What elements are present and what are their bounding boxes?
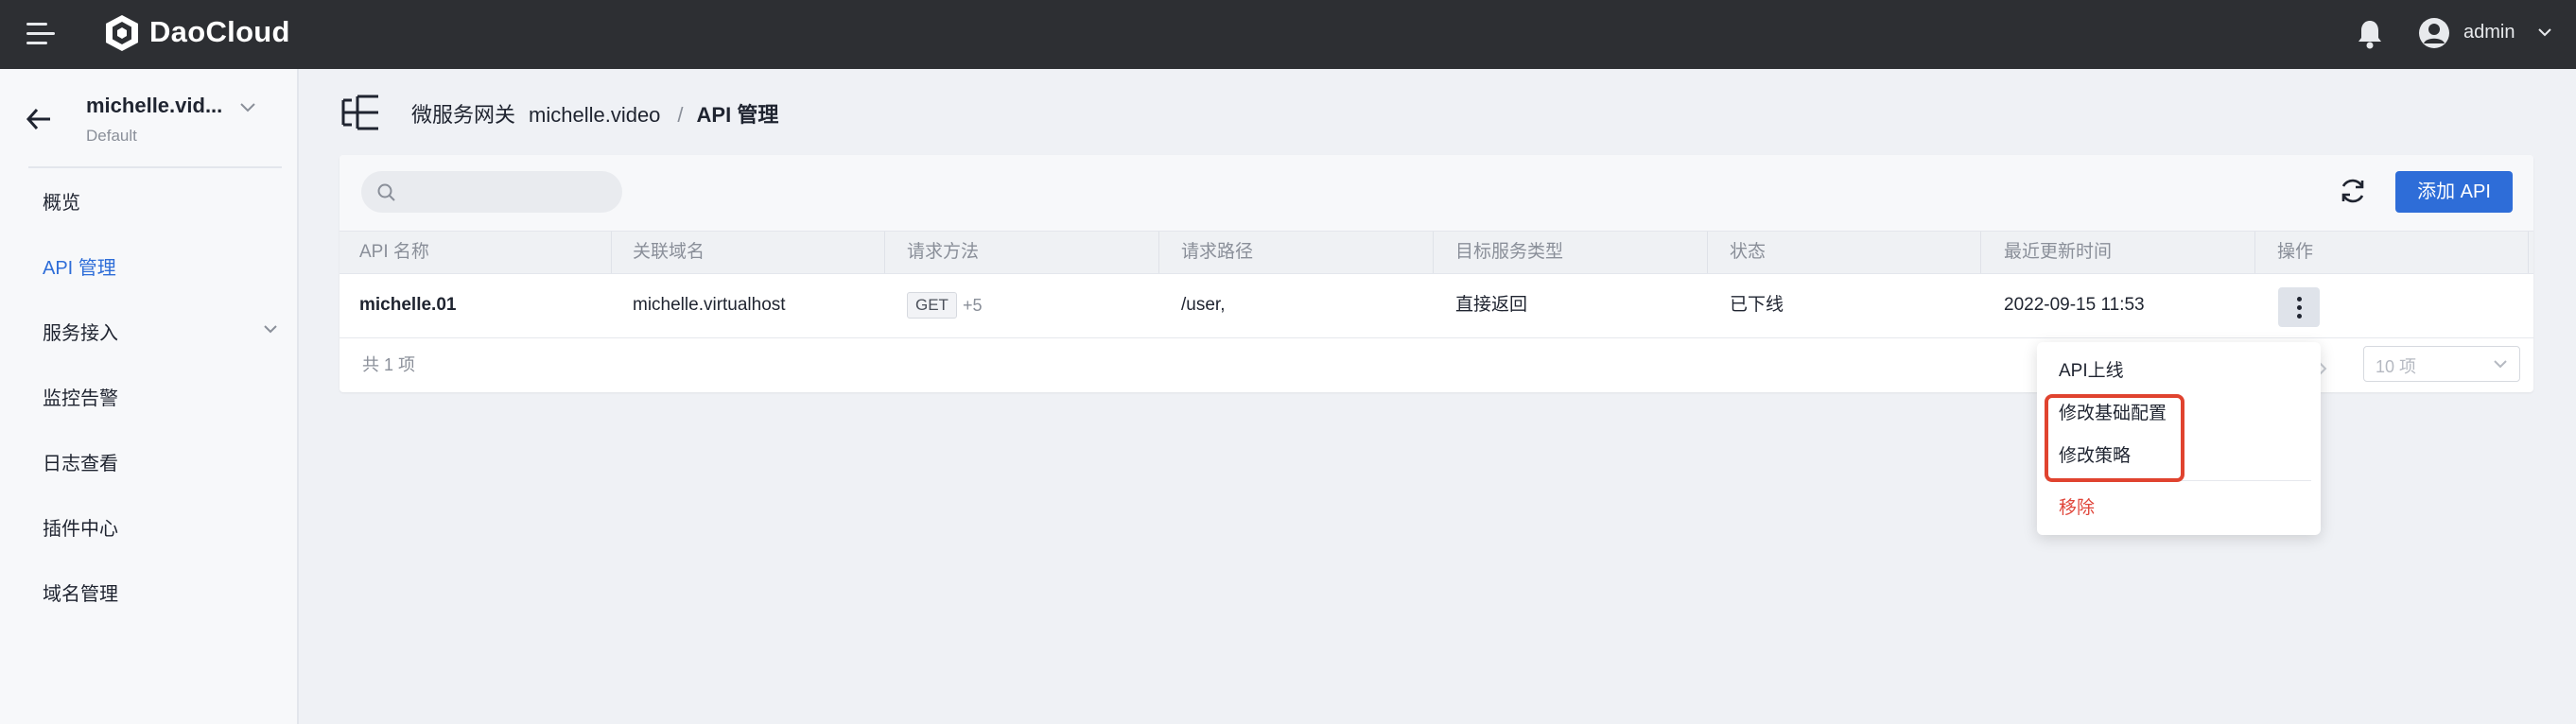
sidebar-item-domains[interactable]: 域名管理 <box>43 578 118 606</box>
menu-item-remove[interactable]: 移除 <box>2059 493 2095 519</box>
menu-item-publish[interactable]: API上线 <box>2059 356 2124 382</box>
search-input[interactable] <box>361 171 622 213</box>
workspace-name[interactable]: michelle.vid... <box>86 94 222 118</box>
chevron-down-icon[interactable] <box>239 101 256 112</box>
chevron-down-icon[interactable] <box>2537 26 2552 38</box>
total-count: 共 1 项 <box>362 355 416 374</box>
sidebar-item-service-access[interactable]: 服务接入 <box>43 318 118 345</box>
api-domain: michelle.virtualhost <box>633 295 786 315</box>
table-row[interactable]: michelle.01 michelle.virtualhost GET +5 /… <box>339 273 2533 338</box>
breadcrumb-separator: / <box>677 103 684 127</box>
user-avatar-icon[interactable] <box>2418 17 2450 49</box>
add-api-button[interactable]: 添加 API <box>2395 171 2513 213</box>
column-header-target-type[interactable]: 目标服务类型 <box>1455 232 1563 273</box>
breadcrumb-current: API 管理 <box>696 103 779 127</box>
column-header-actions: 操作 <box>2277 242 2314 262</box>
workspace-subtitle: Default <box>86 127 137 145</box>
search-icon <box>377 183 395 201</box>
menu-icon[interactable] <box>26 23 55 45</box>
column-header-domain[interactable]: 关联域名 <box>633 232 705 273</box>
refresh-icon[interactable] <box>2338 176 2368 206</box>
column-header-name[interactable]: API 名称 <box>359 232 429 273</box>
chevron-down-icon <box>2494 360 2507 369</box>
username[interactable]: admin <box>2463 22 2515 43</box>
sidebar-item-overview[interactable]: 概览 <box>43 187 80 215</box>
api-target-type: 直接返回 <box>1455 295 1528 315</box>
api-updated-time: 2022-09-15 11:53 <box>2004 295 2145 315</box>
daocloud-logo-icon <box>106 15 138 51</box>
breadcrumb: 微服务网关 michelle.video / API 管理 <box>411 98 792 129</box>
sidebar-divider <box>28 166 282 168</box>
column-header-updated[interactable]: 最近更新时间 <box>2004 232 2112 273</box>
page-size-value: 10 项 <box>2376 357 2417 376</box>
column-header-method[interactable]: 请求方法 <box>907 232 979 273</box>
notification-bell-icon[interactable] <box>2355 18 2385 50</box>
row-actions-kebab-icon[interactable] <box>2278 287 2320 327</box>
chevron-down-icon[interactable] <box>263 324 278 334</box>
sidebar-item-plugins[interactable]: 插件中心 <box>43 513 118 541</box>
method-tag: GET <box>907 292 957 319</box>
back-arrow-icon[interactable] <box>25 107 53 131</box>
gateway-icon <box>341 95 378 130</box>
api-path: /user, <box>1181 295 1226 315</box>
annotation-highlight-box <box>2045 394 2184 482</box>
column-header-status[interactable]: 状态 <box>1730 232 1766 273</box>
column-header-path[interactable]: 请求路径 <box>1181 232 1253 273</box>
api-name[interactable]: michelle.01 <box>359 273 456 337</box>
page-size-select[interactable]: 10 项 <box>2363 346 2520 382</box>
top-bar: DaoCloud admin <box>0 0 2576 69</box>
sidebar-item-monitoring[interactable]: 监控告警 <box>43 383 118 410</box>
sidebar: michelle.vid... Default 概览 API 管理 服务接入 监… <box>0 69 299 724</box>
table-toolbar: 添加 API <box>339 155 2533 231</box>
sidebar-item-api-management[interactable]: API 管理 <box>43 252 116 280</box>
api-method: GET +5 <box>907 273 982 337</box>
sidebar-item-logs[interactable]: 日志查看 <box>43 448 118 475</box>
method-more-count[interactable]: +5 <box>963 296 983 315</box>
api-status: 已下线 <box>1730 295 1784 315</box>
table-header: API 名称 关联域名 请求方法 请求路径 目标服务类型 状态 最近更新时间 操… <box>339 231 2533 274</box>
breadcrumb-root[interactable]: 微服务网关 <box>411 103 515 127</box>
breadcrumb-gateway[interactable]: michelle.video <box>529 103 660 127</box>
brand-name: DaoCloud <box>149 15 290 48</box>
